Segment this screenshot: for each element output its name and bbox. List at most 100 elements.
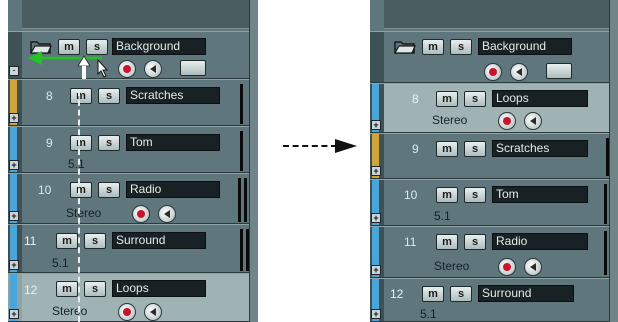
level-meter xyxy=(244,178,247,222)
expand-icon[interactable]: + xyxy=(371,166,381,176)
solo-button[interactable]: s xyxy=(464,141,486,157)
track-name-field[interactable]: Surround xyxy=(478,285,574,302)
expand-icon[interactable]: + xyxy=(371,120,381,130)
track-list-scrollbar[interactable] xyxy=(609,0,618,322)
track-strip: - xyxy=(8,32,22,78)
track-row[interactable]: + 11 m s Radio Stereo xyxy=(370,226,618,278)
record-enable-button[interactable] xyxy=(484,63,502,81)
monitor-button[interactable] xyxy=(158,205,176,223)
expand-icon[interactable]: + xyxy=(9,211,19,221)
track-row[interactable]: + 10 m s Radio Stereo xyxy=(8,173,258,224)
channel-config: Stereo xyxy=(432,113,468,127)
track-name-field[interactable]: Surround xyxy=(112,232,206,249)
solo-button[interactable]: s xyxy=(84,233,106,249)
track-name-field[interactable]: Loops xyxy=(492,90,588,107)
track-name-field[interactable]: Background xyxy=(478,38,572,55)
track-number: 8 xyxy=(46,89,53,103)
track-name-field[interactable]: Scratches xyxy=(126,87,220,104)
mute-button[interactable]: m xyxy=(70,88,92,104)
track-number: 11 xyxy=(24,234,37,248)
mute-button[interactable]: m xyxy=(436,91,458,107)
drag-guide-line xyxy=(78,90,80,322)
expand-icon[interactable]: + xyxy=(371,213,381,223)
expand-icon[interactable]: + xyxy=(9,260,19,270)
track-row-selected[interactable]: + 8 m s Loops Stereo xyxy=(370,83,618,133)
monitor-button[interactable] xyxy=(144,60,162,78)
track-row-selected[interactable]: + 12 m s Loops Stereo xyxy=(8,273,258,322)
track-name-field[interactable]: Tom xyxy=(492,186,588,203)
monitor-button[interactable] xyxy=(510,63,528,81)
track-list-after: m s Background + 8 m s Loops Stereo + 9 … xyxy=(370,0,618,322)
mute-button[interactable]: m xyxy=(70,182,92,198)
monitor-button[interactable] xyxy=(144,303,162,321)
solo-button[interactable]: s xyxy=(464,234,486,250)
track-number: 10 xyxy=(38,183,52,197)
channel-config: Stereo xyxy=(434,259,470,273)
expand-icon[interactable]: + xyxy=(9,309,19,319)
lock-icon[interactable] xyxy=(546,63,572,79)
level-meter xyxy=(240,84,243,124)
track-name-field[interactable]: Tom xyxy=(126,134,220,151)
channel-config: 5.1 xyxy=(420,307,437,321)
record-enable-button[interactable] xyxy=(132,205,150,223)
track-row[interactable]: + 9 m s Scratches xyxy=(370,133,618,179)
track-number: 8 xyxy=(412,92,419,106)
solo-button[interactable]: s xyxy=(464,187,486,203)
record-enable-button[interactable] xyxy=(118,60,136,78)
level-meter xyxy=(238,178,241,222)
track-row[interactable]: + 8 m s Scratches xyxy=(8,79,258,126)
mute-button[interactable]: m xyxy=(436,187,458,203)
mute-button[interactable]: m xyxy=(70,135,92,151)
track-number: 9 xyxy=(412,142,419,156)
channel-config: 5.1 xyxy=(434,209,451,223)
channel-config: Stereo xyxy=(52,304,88,318)
solo-button[interactable]: s xyxy=(450,39,472,55)
solo-button[interactable]: s xyxy=(450,286,472,302)
record-enable-button[interactable] xyxy=(118,303,136,321)
mute-button[interactable]: m xyxy=(422,39,444,55)
track-list-before: - m s Background + 8 m s Scratches + 9 m xyxy=(8,0,258,322)
mute-button[interactable]: m xyxy=(436,141,458,157)
track-list-scrollbar[interactable] xyxy=(249,0,258,322)
track-name-field[interactable]: Loops xyxy=(112,280,206,297)
expand-icon[interactable]: + xyxy=(9,113,19,123)
track-list-top-bar xyxy=(8,0,258,32)
transition-arrow-line xyxy=(283,145,337,147)
track-number: 12 xyxy=(24,283,38,297)
track-name-field[interactable]: Radio xyxy=(126,181,220,198)
track-name-field[interactable]: Radio xyxy=(492,233,588,250)
solo-button[interactable]: s xyxy=(98,135,120,151)
track-number: 11 xyxy=(404,235,417,249)
expand-icon[interactable]: + xyxy=(371,265,381,275)
arrow-right-icon xyxy=(335,139,357,153)
channel-config: 5.1 xyxy=(52,256,69,270)
solo-button[interactable]: s xyxy=(84,281,106,297)
expand-icon[interactable]: + xyxy=(371,309,381,319)
lock-icon[interactable] xyxy=(180,60,206,76)
record-enable-button[interactable] xyxy=(498,112,516,130)
folder-track-background[interactable]: - m s Background xyxy=(8,31,258,88)
folder-icon xyxy=(394,41,416,54)
mute-button[interactable]: m xyxy=(56,233,78,249)
record-enable-button[interactable] xyxy=(498,258,516,276)
track-name-field[interactable]: Scratches xyxy=(492,140,588,157)
monitor-button[interactable] xyxy=(524,112,542,130)
level-meter xyxy=(240,131,243,171)
track-name-field[interactable]: Background xyxy=(112,38,206,55)
track-row[interactable]: + 11 m s Surround 5.1 xyxy=(8,224,258,273)
expand-icon[interactable]: + xyxy=(9,160,19,170)
solo-button[interactable]: s xyxy=(98,182,120,198)
monitor-button[interactable] xyxy=(524,258,542,276)
track-row[interactable]: + 9 m s Tom 5.1 xyxy=(8,126,258,173)
mute-button[interactable]: m xyxy=(422,286,444,302)
solo-button[interactable]: s xyxy=(98,88,120,104)
track-row[interactable]: + 10 m s Tom 5.1 xyxy=(370,179,618,226)
track-row[interactable]: + 12 m s Surround 5.1 xyxy=(370,278,618,322)
level-meter xyxy=(604,184,607,224)
mute-button[interactable]: m xyxy=(436,234,458,250)
collapse-icon[interactable]: - xyxy=(9,66,19,76)
solo-button[interactable]: s xyxy=(464,91,486,107)
folder-track-background[interactable]: m s Background xyxy=(370,31,618,83)
mute-button[interactable]: m xyxy=(56,281,78,297)
channel-config: 5.1 xyxy=(68,157,85,171)
